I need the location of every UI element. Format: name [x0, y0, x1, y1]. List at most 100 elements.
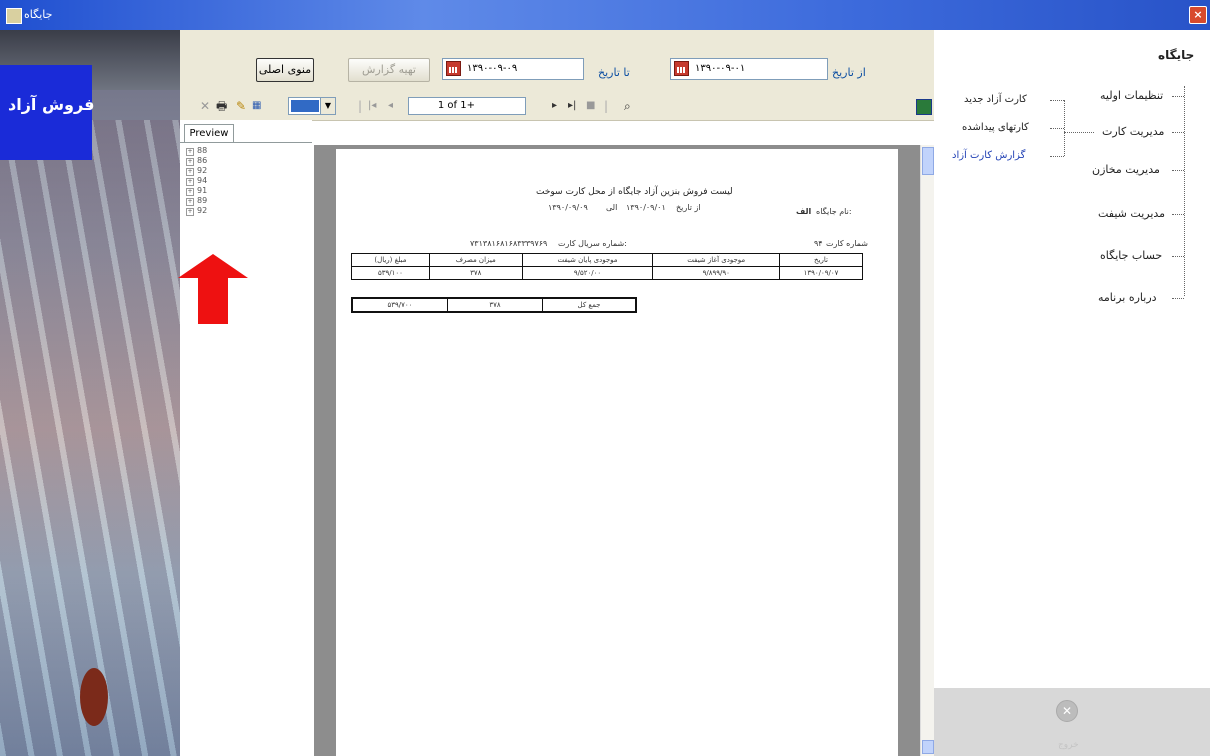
report-canvas: لیست فروش بنزین آزاد جایگاه از محل کارت … [314, 145, 920, 756]
date-from-label: از تاریخ [676, 203, 701, 212]
date-from: ۱۳۹۰/۰۹/۰۱ [626, 203, 666, 212]
separator: | [358, 99, 363, 113]
logo-icon [916, 99, 932, 115]
group-tree-icon[interactable]: ▦ [252, 99, 261, 113]
sub-tree-line [1064, 100, 1065, 156]
cell-price: ۵۳۹/۱۰۰ [351, 266, 430, 280]
main-menu-button[interactable]: منوی اصلی [256, 58, 314, 82]
header-start-balance: موجودی آغاز شیفت [652, 253, 781, 267]
card-serial: ۷۳۱۳۸۱۶۸۱۶۸۳۳۳۹۷۶۹ [470, 239, 548, 248]
sub-connector [1050, 100, 1064, 101]
chevron-down-icon[interactable]: ▼ [320, 98, 335, 114]
tree-item[interactable]: +89 [186, 196, 207, 206]
report-button[interactable]: تهیه گزارش [348, 58, 430, 82]
window-title: جایگاه [24, 8, 53, 21]
report-page: لیست فروش بنزین آزاد جایگاه از محل کارت … [336, 149, 898, 756]
exit-icon[interactable]: ✕ [1056, 700, 1078, 722]
zoom-dropdown[interactable]: ▼ [288, 97, 336, 115]
header-end-balance: موجودی پایان شیفت [521, 253, 654, 267]
close-preview-icon[interactable]: ✕ [200, 99, 210, 113]
station-name: الف [796, 207, 812, 216]
tree-item[interactable]: +94 [186, 176, 207, 186]
app-icon [6, 8, 22, 24]
nav-item-card-management[interactable]: مدیریت کارت [1102, 125, 1164, 138]
scroll-down-button[interactable] [922, 740, 934, 754]
vertical-scrollbar[interactable] [920, 145, 935, 756]
banner-image: فروش آزاد [0, 30, 180, 756]
nav-subitem-new-card[interactable]: کارت آزاد جدید [964, 94, 1027, 105]
nav-connector [1172, 214, 1184, 215]
tab-preview[interactable]: Preview [184, 124, 234, 143]
nav-tree-line [1184, 86, 1185, 296]
report-table: مبلغ (ریال) میزان مصرف موجودی پایان شیفت… [351, 253, 863, 280]
total-price: ۵۳۹/۷۰۰ [351, 297, 448, 313]
table-header-row: مبلغ (ریال) میزان مصرف موجودی پایان شیفت… [351, 253, 863, 267]
viewer-toolbar: ✕ 🖶 ✎ ▦ ▼ | |◂ ◂ 1 of 1+ ▸ ▸| ■ | ⌕ [180, 94, 934, 121]
cell-start-balance: ۹/۸۹۹/۹۰ [652, 266, 781, 280]
nav-item-tank-management[interactable]: مدیریت مخازن [1092, 163, 1160, 176]
stop-icon[interactable]: ■ [586, 99, 595, 113]
nav-item-about[interactable]: درباره برنامه [1098, 291, 1157, 304]
tab-divider [180, 142, 312, 143]
nav-connector [1172, 132, 1184, 133]
total-label: جمع کل [542, 297, 637, 313]
from-date-field[interactable]: ۱۳۹۰-۰۹-۰۱ [670, 58, 828, 80]
page-number-field[interactable]: 1 of 1+ [408, 97, 526, 115]
calendar-icon[interactable] [446, 61, 461, 76]
last-page-icon[interactable]: ▸| [568, 99, 576, 113]
first-page-icon[interactable]: |◂ [368, 99, 376, 113]
cell-end-balance: ۹/۵۲۰/۰۰ [521, 266, 654, 280]
to-date-label: تا تاریخ [598, 66, 630, 79]
print-icon[interactable]: 🖶 [216, 99, 227, 113]
nav-connector [1172, 298, 1184, 299]
tree-item[interactable]: +91 [186, 186, 207, 196]
report-title: لیست فروش بنزین آزاد جایگاه از محل کارت … [536, 187, 733, 197]
export-icon[interactable]: ✎ [236, 99, 246, 113]
table-row: ۵۳۹/۱۰۰ ۳۷۸ ۹/۵۲۰/۰۰ ۹/۸۹۹/۹۰ ۱۳۹۰/۰۹/۰۷ [351, 266, 863, 280]
binoculars-icon[interactable]: ⌕ [624, 99, 631, 113]
sub-connector [1064, 132, 1094, 133]
card-number: ۹۴ [814, 239, 823, 248]
station-label: نام جایگاه: [816, 207, 852, 216]
nav-item-initial-settings[interactable]: تنظیمات اولیه [1100, 89, 1163, 102]
total-row: ۵۳۹/۷۰۰ ۳۷۸ جمع کل [351, 297, 637, 313]
date-toolbar: از تاریخ ۱۳۹۰-۰۹-۰۱ تا تاریخ ۱۳۹۰-۰۹-۰۹ … [180, 30, 934, 94]
tree-item[interactable]: +88 [186, 146, 207, 156]
header-date: تاریخ [779, 253, 863, 267]
title-bar: جایگاه × [0, 0, 1210, 30]
scroll-thumb[interactable] [922, 147, 934, 175]
nav-subitem-card-report[interactable]: گزارش کارت آزاد [952, 150, 1025, 161]
tree-item[interactable]: +92 [186, 206, 207, 216]
zoom-selection [291, 100, 319, 112]
date-to-label: الی [606, 203, 618, 212]
nav-subitem-found-cards[interactable]: کارتهای پیداشده [962, 122, 1029, 133]
from-date-label: از تاریخ [832, 66, 866, 79]
total-table: ۵۳۹/۷۰۰ ۳۷۸ جمع کل [351, 297, 637, 313]
next-page-icon[interactable]: ▸ [552, 99, 557, 113]
group-tree-panel: Preview +88 +86 +92 +94 +91 +89 +92 [180, 120, 312, 756]
header-usage: میزان مصرف [428, 253, 523, 267]
sub-connector [1050, 156, 1064, 157]
prev-page-icon[interactable]: ◂ [388, 99, 393, 113]
to-date-field[interactable]: ۱۳۹۰-۰۹-۰۹ [442, 58, 584, 80]
separator: | [604, 99, 609, 113]
cell-date: ۱۳۹۰/۰۹/۰۷ [779, 266, 863, 280]
banner-stripes [0, 120, 180, 756]
banner-circle [80, 668, 108, 726]
tree-item[interactable]: +86 [186, 156, 207, 166]
nav-connector [1172, 170, 1184, 171]
nav-item-station-account[interactable]: حساب جایگاه [1100, 249, 1162, 262]
calendar-icon[interactable] [674, 61, 689, 76]
exit-label[interactable]: خروج [1058, 740, 1079, 750]
total-amount: ۳۷۸ [447, 297, 543, 313]
cell-usage: ۳۷۸ [428, 266, 523, 280]
close-button[interactable]: × [1189, 6, 1207, 24]
date-to: ۱۳۹۰/۰۹/۰۹ [548, 203, 588, 212]
nav-title: جایگاه [1158, 48, 1195, 62]
nav-item-shift-management[interactable]: مدیریت شیفت [1098, 207, 1165, 220]
nav-connector [1172, 256, 1184, 257]
header-price: مبلغ (ریال) [351, 253, 430, 267]
card-number-label: شماره کارت [826, 239, 869, 248]
navigation-panel [934, 30, 1210, 756]
tree-item[interactable]: +92 [186, 166, 207, 176]
